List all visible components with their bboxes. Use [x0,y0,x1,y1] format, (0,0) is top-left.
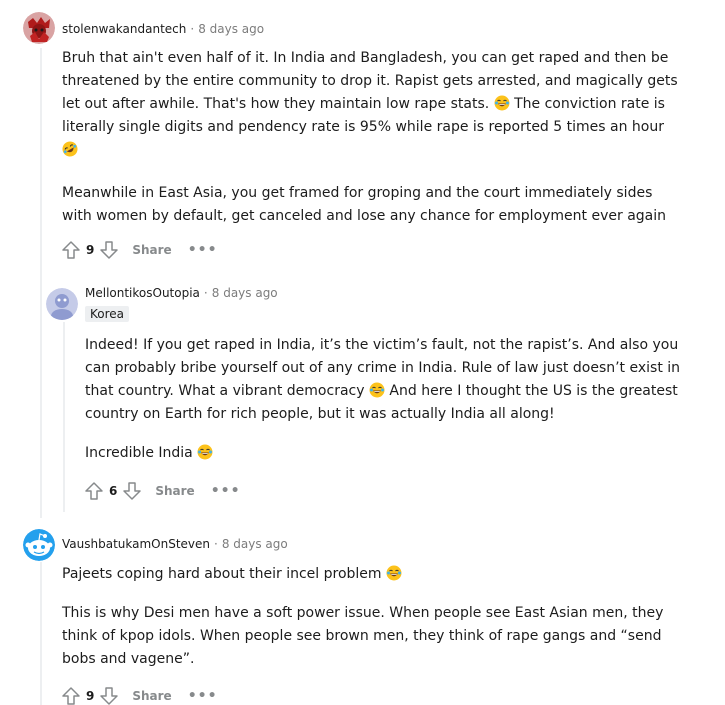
username[interactable]: MellontikosOutopia [85,286,200,300]
upvote-arrow-icon[interactable] [83,480,105,502]
timestamp[interactable]: 8 days ago [198,22,264,36]
comment-body: Pajeets coping hard about their incel pr… [62,563,712,671]
comment-body: Indeed! If you get raped in India, it’s … [85,334,715,465]
comment-actions: 9 Share ••• [60,237,218,263]
comment-meta: stolenwakandantech · 8 days ago [62,22,264,36]
text-line: Bruh that ain't even half of it. In Indi… [62,50,669,66]
thread-line[interactable] [40,562,42,705]
comment-thread: stolenwakandantech · 8 days ago Bruh that … [0,0,725,705]
comment-paragraph: Indeed! If you get raped in India, it’s … [85,334,715,426]
comment-actions: 9 Share ••• [60,683,218,705]
username[interactable]: VaushbatukamOnSteven [62,537,210,551]
comment-paragraph: Pajeets coping hard about their incel pr… [62,563,712,586]
comment-paragraph: Meanwhile in East Asia, you get framed f… [62,182,712,228]
comment-paragraph: Bruh that ain't even half of it. In Indi… [62,47,712,162]
avatar[interactable] [46,288,78,320]
text-line: Indeed! If you get raped in India, it’s … [85,337,679,353]
more-options-icon[interactable]: ••• [188,688,218,704]
tears-of-joy-emoji-icon [197,444,213,460]
more-options-icon[interactable]: ••• [188,242,218,258]
text-line: literally single digits and pendency rat… [62,119,664,135]
comment-meta: MellontikosOutopia · 8 days ago [85,286,278,300]
text-line: Pajeets coping hard about their incel pr… [62,566,386,582]
downvote-arrow-icon[interactable] [121,480,143,502]
text-line: The conviction rate is [509,96,665,112]
comment-paragraph: This is why Desi men have a soft power i… [62,602,712,671]
timestamp[interactable]: 8 days ago [212,286,278,300]
vote-count: 9 [86,243,95,257]
avatar[interactable] [23,529,55,561]
upvote-arrow-icon[interactable] [60,239,82,261]
downvote-arrow-icon[interactable] [98,685,120,705]
vote-count: 9 [86,689,95,703]
tears-of-joy-emoji-icon [494,95,510,111]
thread-line[interactable] [63,322,65,512]
tears-of-joy-emoji-icon [386,565,402,581]
upvote-arrow-icon[interactable] [60,685,82,705]
tears-of-joy-emoji-icon [369,382,385,398]
text-line: Incredible India [85,445,198,461]
user-flair: Korea [85,306,130,322]
avatar[interactable] [23,12,55,44]
comment-meta: VaushbatukamOnSteven · 8 days ago [62,537,288,551]
share-button[interactable]: Share [132,243,171,257]
text-line: think of kpop idols. When people see bro… [62,628,662,644]
downvote-arrow-icon[interactable] [98,239,120,261]
comment-body: Bruh that ain't even half of it. In Indi… [62,47,712,228]
comment-paragraph: Incredible India [85,442,715,465]
more-options-icon[interactable]: ••• [211,483,241,499]
text-line: that country. What a vibrant democracy [85,383,369,399]
text-line: can probably bribe yourself out of any c… [85,360,681,376]
text-line: Meanwhile in East Asia, you get framed f… [62,185,653,201]
username[interactable]: stolenwakandantech [62,22,186,36]
comment-actions: 6 Share ••• [83,478,241,504]
text-line: country on Earth for rich people, but it… [85,406,555,422]
text-line: This is why Desi men have a soft power i… [62,605,664,621]
text-line: let out after awhile. That's how they ma… [62,96,494,112]
meta-separator: · [203,286,208,300]
text-line: threatened by the entire community to dr… [62,73,678,89]
meta-separator: · [214,537,218,551]
vote-count: 6 [109,484,118,498]
text-line: with women by default, get canceled and … [62,208,667,224]
rolling-on-floor-laughing-emoji-icon [62,141,78,157]
timestamp[interactable]: 8 days ago [222,537,288,551]
text-line: bobs and vagene”. [62,651,195,667]
meta-separator: · [190,22,195,36]
text-line: And here I thought the US is the greates… [384,383,678,399]
thread-line[interactable] [40,48,42,518]
share-button[interactable]: Share [132,689,171,703]
share-button[interactable]: Share [155,484,194,498]
